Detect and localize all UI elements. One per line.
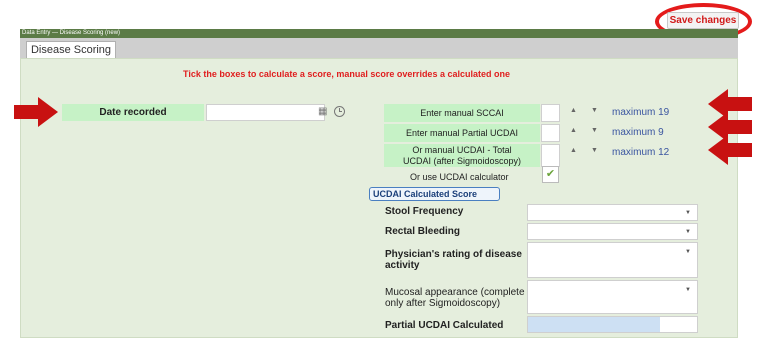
ucdai-section-title: UCDAI Calculated Score — [369, 187, 500, 201]
date-recorded-label: Date recorded — [62, 104, 204, 121]
manual-partial-ucdai-stepper[interactable]: ▲ ▼ — [563, 127, 607, 134]
tab-disease-scoring[interactable]: Disease Scoring — [26, 41, 116, 59]
mucosal-appearance-label: Mucosal appearance (complete only after … — [385, 287, 525, 309]
mucosal-appearance-select[interactable]: ▼ — [527, 280, 698, 314]
arrow-left-icon — [708, 135, 752, 165]
manual-total-ucdai-label: Or manual UCDAI - Total UCDAI (after Sig… — [384, 144, 540, 167]
stepper-up-icon: ▲ — [570, 147, 577, 154]
ucdai-calculator-checkbox[interactable]: ✔ — [542, 166, 559, 183]
manual-total-ucdai-stepper[interactable]: ▲ ▼ — [563, 147, 607, 154]
stool-frequency-label: Stool Frequency — [385, 206, 464, 217]
manual-sccai-input[interactable] — [541, 104, 560, 122]
rectal-bleeding-label: Rectal Bleeding — [385, 226, 461, 237]
chevron-down-icon: ▼ — [685, 229, 691, 235]
window-titlebar: Data Entry — Disease Scoring (new) — [20, 29, 738, 38]
checkmark-icon: ✔ — [545, 168, 556, 180]
manual-sccai-max: maximum 19 — [612, 107, 670, 118]
instructions-text: Tick the boxes to calculate a score, man… — [183, 69, 510, 79]
partial-ucdai-fill — [528, 317, 660, 332]
chevron-down-icon: ▼ — [685, 249, 691, 255]
save-changes-button[interactable]: Save changes — [667, 12, 739, 29]
ucdai-calculator-label: Or use UCDAI calculator — [410, 172, 509, 182]
manual-total-ucdai-max: maximum 12 — [612, 147, 670, 158]
tab-strip — [20, 38, 738, 58]
calendar-icon[interactable]: ▦ — [318, 106, 327, 117]
chevron-down-icon: ▼ — [685, 287, 691, 293]
stepper-down-icon: ▼ — [591, 107, 598, 114]
stepper-up-icon: ▲ — [570, 127, 577, 134]
chevron-down-icon: ▼ — [685, 210, 691, 216]
partial-ucdai-calculated-label: Partial UCDAI Calculated — [385, 320, 504, 331]
physician-rating-label: Physician's rating of disease activity — [385, 249, 522, 271]
manual-sccai-stepper[interactable]: ▲ ▼ — [563, 107, 607, 114]
clock-icon[interactable] — [334, 106, 345, 117]
manual-partial-ucdai-label: Enter manual Partial UCDAI — [384, 124, 540, 142]
manual-partial-ucdai-input[interactable] — [541, 124, 560, 142]
physician-rating-select[interactable]: ▼ — [527, 242, 698, 278]
manual-total-ucdai-input[interactable] — [541, 144, 560, 167]
partial-ucdai-calculated-field — [527, 316, 698, 333]
arrow-right-icon — [14, 97, 58, 127]
stool-frequency-select[interactable]: ▼ — [527, 204, 698, 221]
date-recorded-input[interactable] — [206, 104, 325, 121]
manual-partial-ucdai-max: maximum 9 — [612, 127, 664, 138]
stepper-down-icon: ▼ — [591, 127, 598, 134]
rectal-bleeding-select[interactable]: ▼ — [527, 223, 698, 240]
manual-sccai-label: Enter manual SCCAI — [384, 104, 540, 122]
stepper-up-icon: ▲ — [570, 107, 577, 114]
stepper-down-icon: ▼ — [591, 147, 598, 154]
